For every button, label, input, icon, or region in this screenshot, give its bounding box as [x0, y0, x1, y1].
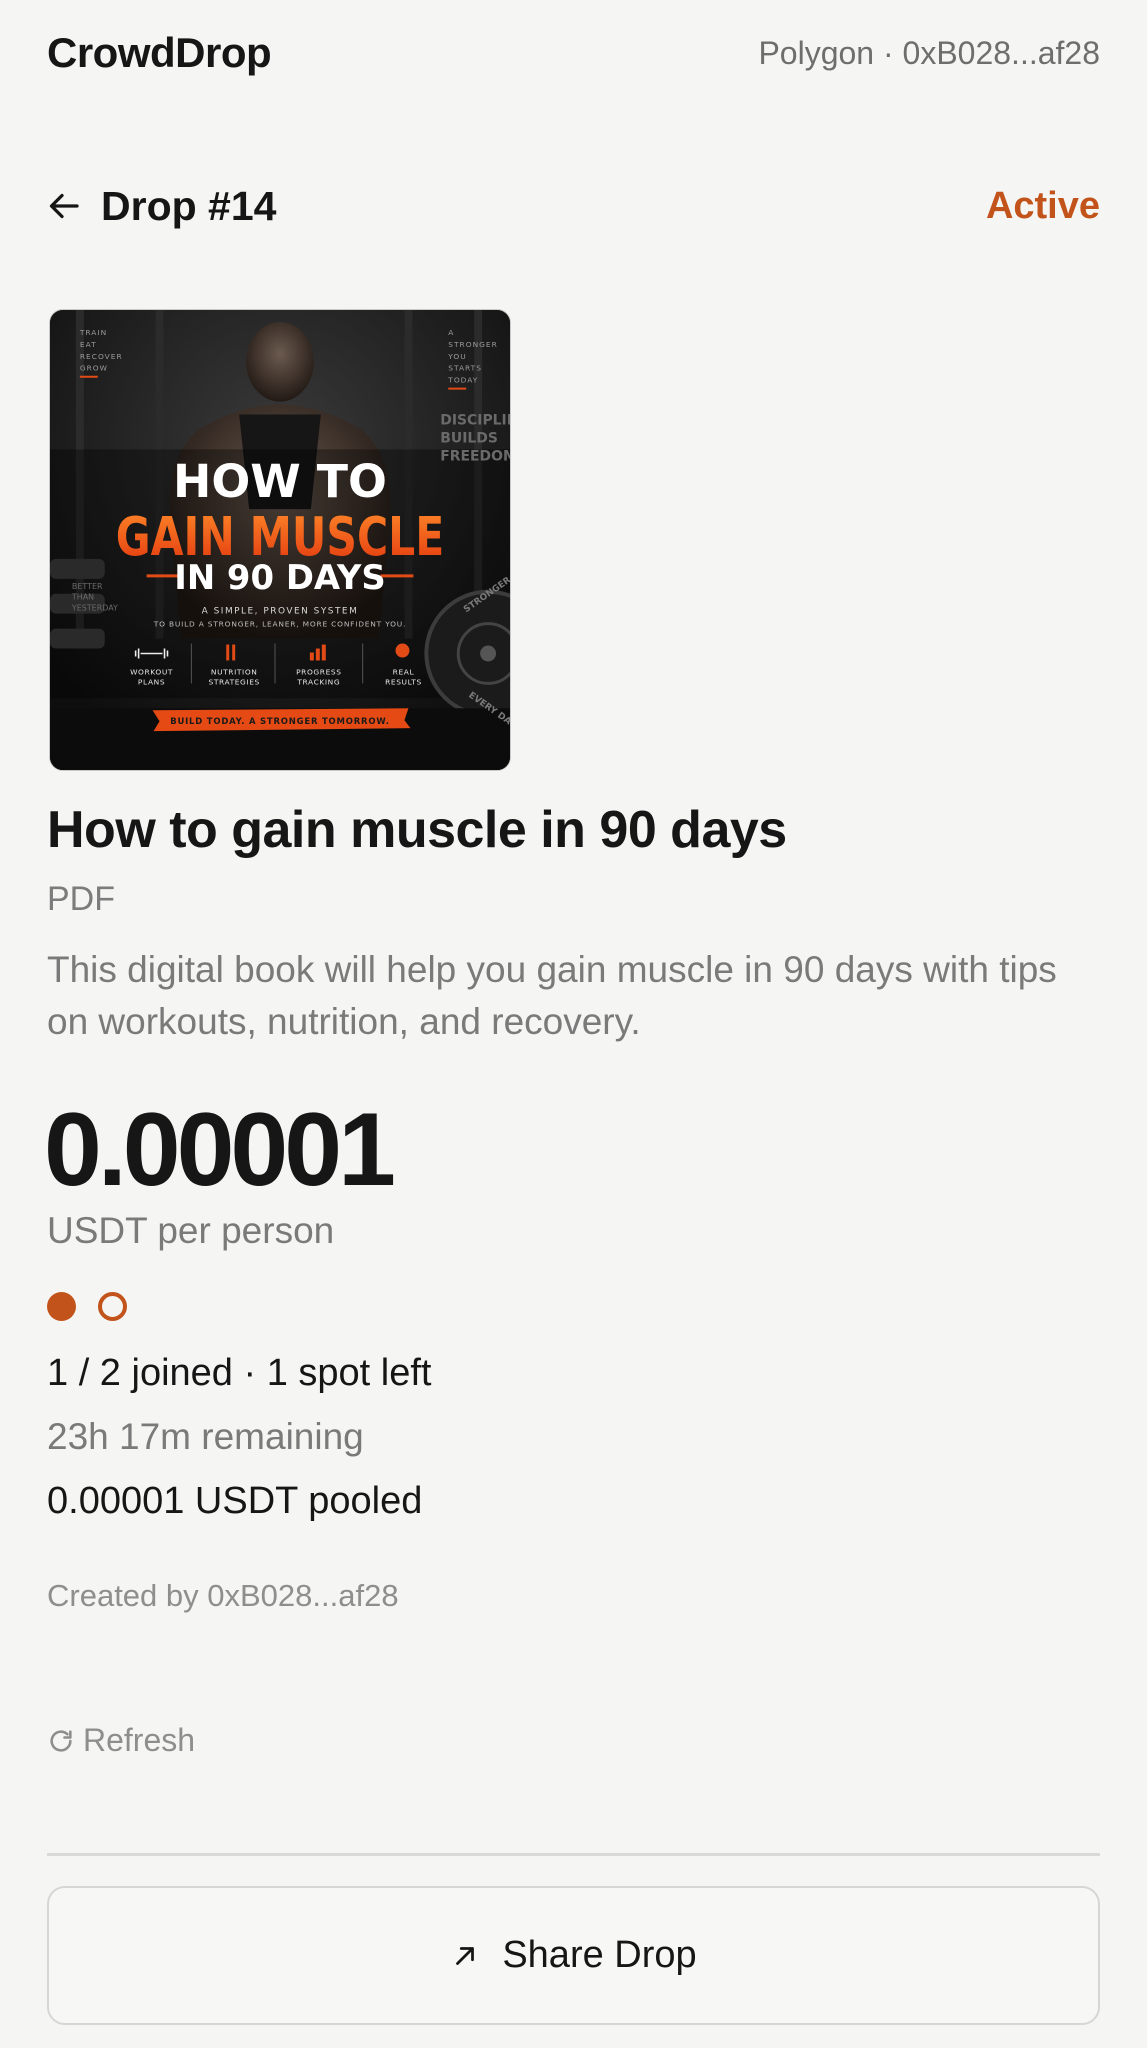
cover-feature-1a: WORKOUT: [130, 667, 173, 676]
price-amount: 0.00001: [44, 1092, 396, 1208]
cover-side-right-4: STARTS: [448, 364, 482, 373]
status-badge: Active: [985, 184, 1100, 227]
cover-tagline-2: TO BUILD A STRONGER, LEANER, MORE CONFID…: [153, 620, 406, 629]
arrow-up-right-icon: [456, 1946, 475, 1965]
cover-side-right-5: TODAY: [447, 376, 478, 385]
cover-side-left-3: RECOVER: [80, 352, 123, 361]
cover-side-left-4: GROW: [80, 364, 108, 373]
creator-address: Created by 0xB028...af28: [47, 1578, 399, 1613]
cover-heading-1: HOW TO: [173, 454, 387, 508]
cover-sign-1: DISCIPLINE: [440, 413, 510, 429]
top-bar: CrowdDrop Polygon · 0xB028...af28: [47, 26, 1100, 80]
cover-tagline-1: A SIMPLE, PROVEN SYSTEM: [202, 607, 359, 617]
cover-feature-4b: RESULTS: [385, 677, 422, 686]
slot-open-dot: [98, 1292, 127, 1321]
cover-feature-3a: PROGRESS: [296, 667, 341, 676]
joined-count: 1 / 2 joined · 1 spot left: [47, 1352, 432, 1394]
cover-small-sign-1: BETTER: [72, 582, 103, 591]
divider: [47, 1853, 1100, 1856]
share-drop-label: Share Drop: [502, 1934, 697, 1976]
cover-feature-2b: STRATEGIES: [209, 677, 260, 686]
slot-filled-dot: [47, 1292, 76, 1321]
cover-side-left-1: TRAIN: [79, 328, 107, 337]
refresh-button[interactable]: Refresh: [47, 1722, 195, 1759]
cover-small-sign-2: THAN: [71, 593, 94, 602]
time-remaining: 23h 17m remaining: [47, 1416, 364, 1457]
cover-side-right-3: YOU: [447, 352, 466, 361]
cover-feature-2a: NUTRITION: [211, 667, 258, 676]
cover-banner: BUILD TODAY. A STRONGER TOMORROW.: [170, 716, 390, 726]
cover-sign-2: BUILDS: [440, 430, 498, 446]
cover-feature-3b: TRACKING: [296, 677, 340, 686]
page: CrowdDrop Polygon · 0xB028...af28 Drop #…: [44, 0, 1100, 2048]
cover-sign-3: FREEDOM: [440, 448, 510, 464]
product-description: This digital book will help you gain mus…: [47, 949, 1057, 1042]
product-cover-image: TRAIN EAT RECOVER GROW A STRONGER YOU ST…: [49, 309, 511, 771]
share-drop-button[interactable]: Share Drop: [47, 1886, 1100, 2025]
cover-feature-4a: REAL: [393, 667, 415, 676]
app-logo[interactable]: CrowdDrop: [47, 29, 272, 77]
refresh-label: Refresh: [83, 1722, 196, 1758]
drop-header: Drop #14 Active: [47, 178, 1100, 234]
cover-heading-3: IN 90 DAYS: [174, 558, 386, 597]
refresh-icon: [50, 1729, 72, 1752]
page-title: Drop #14: [101, 182, 277, 229]
arrow-left-icon: [49, 193, 79, 219]
pooled-amount: 0.00001 USDT pooled: [47, 1480, 423, 1522]
product-title: How to gain muscle in 90 days: [47, 801, 787, 859]
cover-side-right-2: STRONGER: [448, 340, 498, 349]
slot-indicator: [47, 1292, 127, 1321]
cover-feature-1b: PLANS: [138, 677, 165, 686]
cover-small-sign-3: YESTERDAY: [71, 604, 118, 613]
cover-side-left-2: EAT: [80, 340, 97, 349]
back-button[interactable]: Drop #14: [47, 183, 276, 230]
wallet-network-badge[interactable]: Polygon · 0xB028...af28: [758, 35, 1100, 72]
cover-side-right-1: A: [448, 328, 454, 337]
product-format: PDF: [47, 880, 115, 918]
price-unit: USDT per person: [47, 1210, 335, 1251]
